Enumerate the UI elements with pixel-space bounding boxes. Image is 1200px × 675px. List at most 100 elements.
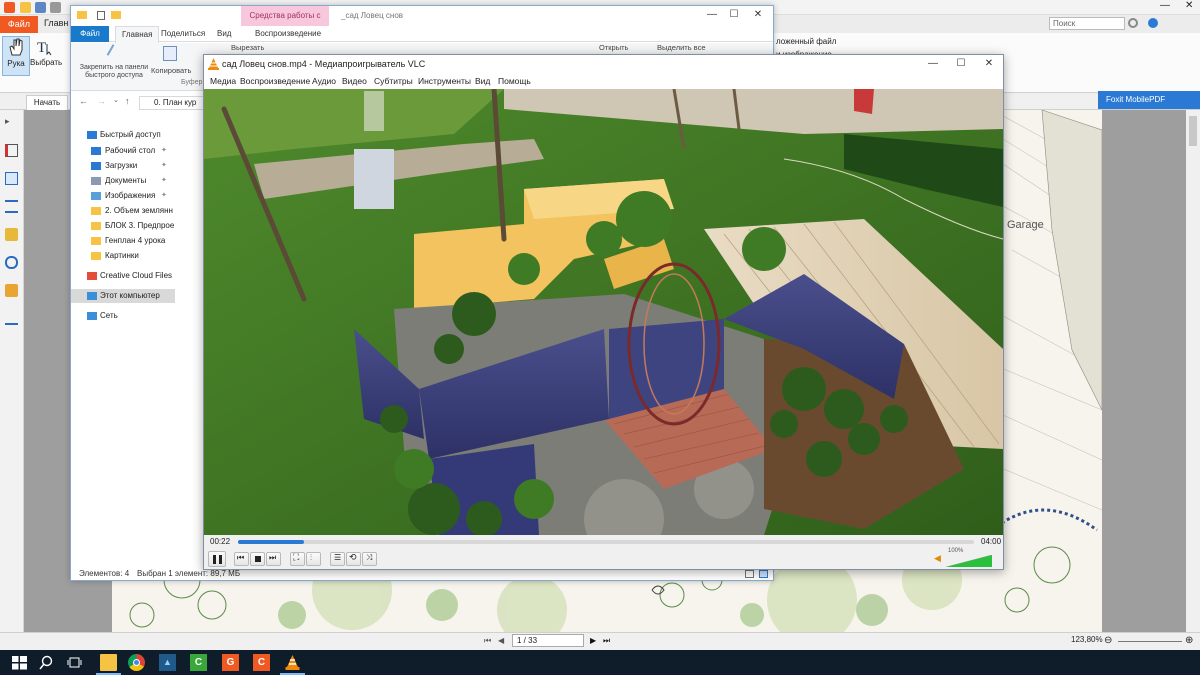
zoom-out-icon[interactable]: ⊖ [1104, 635, 1112, 646]
nav-item[interactable]: Картинки [71, 249, 175, 263]
nav-item[interactable]: Сеть [71, 309, 175, 323]
pin-icon[interactable]: ✦ [161, 144, 167, 158]
camtasia-icon[interactable]: C [190, 654, 207, 671]
stop-button[interactable] [250, 552, 265, 566]
seek-bar[interactable] [238, 540, 974, 544]
tab-home[interactable]: Главная [115, 26, 160, 43]
nav-item[interactable]: Creative Cloud Files [71, 269, 175, 283]
zoom-slider[interactable] [1118, 641, 1182, 642]
arrow-right-icon[interactable]: ▸ [5, 116, 18, 129]
playlist-button[interactable]: ☰ [330, 552, 345, 566]
nav-item[interactable]: БЛОК 3. Предпрое [71, 219, 175, 233]
first-page-icon[interactable]: ⏮ [484, 636, 491, 646]
foxit-search-input[interactable]: Поиск [1049, 17, 1125, 30]
up-icon[interactable]: ↑ [125, 96, 130, 106]
vlc-menu-item[interactable]: Субтитры [374, 73, 413, 89]
chevron-down-icon[interactable]: ⌄ [113, 96, 119, 104]
layers-icon[interactable] [5, 200, 18, 213]
loop-button[interactable]: ⟲ [346, 552, 361, 566]
shuffle-button[interactable]: ⤨ [362, 552, 377, 566]
nav-item[interactable]: Документы ✦ [71, 174, 175, 188]
last-page-icon[interactable]: ⏭ [603, 636, 610, 646]
vlc-icon[interactable] [284, 654, 301, 671]
attachment-icon[interactable] [5, 256, 18, 269]
lock-icon[interactable] [5, 284, 18, 297]
foxit-home-tab[interactable]: Главн [44, 18, 68, 28]
tab-playback[interactable]: Воспроизведение [255, 26, 321, 42]
video-tools-context-tab[interactable]: Средства работы с видео [241, 6, 329, 40]
cut-button[interactable]: Вырезать [231, 43, 264, 52]
pin-icon[interactable]: ✦ [161, 159, 167, 173]
nav-item[interactable]: Генплан 4 урока [71, 234, 175, 248]
forward-icon[interactable]: → [97, 96, 106, 106]
minimize-button[interactable]: — [922, 55, 944, 73]
fullscreen-button[interactable]: ⛶ [290, 552, 305, 566]
foxit-file-tab[interactable]: Файл [0, 16, 38, 33]
foxit-mobilepdf-button[interactable]: Foxit MobilePDF [1098, 91, 1200, 109]
close-button[interactable]: ✕ [1185, 0, 1193, 11]
extended-settings-button[interactable]: ⫶ [306, 552, 321, 566]
vlc-menu-item[interactable]: Помощь [498, 73, 531, 89]
page-number-input[interactable]: 1 / 33 [512, 634, 584, 647]
select-tool-button[interactable]: T Выбрать [30, 36, 62, 76]
vertical-scrollbar[interactable] [1186, 110, 1200, 632]
gear-icon[interactable] [1128, 18, 1138, 28]
new-folder-icon[interactable] [111, 11, 121, 19]
previous-page-icon[interactable]: ◀ [498, 636, 504, 645]
vlc-menu-item[interactable]: Инструменты [418, 73, 471, 89]
pin-icon[interactable]: ✦ [161, 174, 167, 188]
start-icon[interactable] [11, 654, 28, 671]
video-frame[interactable] [204, 89, 1003, 535]
next-page-icon[interactable]: ▶ [590, 636, 596, 645]
address-bar[interactable]: 0. План кур [139, 96, 205, 110]
speaker-icon[interactable]: ◀ [934, 553, 941, 564]
nav-item[interactable]: 2. Объем землянн [71, 204, 175, 218]
zoom-in-icon[interactable]: ⊕ [1185, 635, 1193, 646]
foxit-reader-icon[interactable]: C [253, 654, 270, 671]
next-button[interactable]: ⏭ [266, 552, 281, 566]
start-tab[interactable]: Начать [26, 95, 68, 110]
chrome-icon[interactable] [128, 654, 145, 671]
comments-icon[interactable] [5, 228, 18, 241]
tab-share[interactable]: Поделиться [161, 26, 205, 42]
back-icon[interactable]: ← [79, 96, 88, 106]
open-icon[interactable] [20, 2, 31, 13]
vlc-menu-item[interactable]: Видео [342, 73, 367, 89]
vlc-menu-item[interactable]: Медиа [210, 73, 236, 89]
nav-item[interactable]: Быстрый доступ [71, 128, 175, 142]
properties-icon[interactable] [97, 11, 105, 20]
pause-button[interactable] [208, 551, 226, 567]
file-explorer-icon[interactable] [100, 654, 117, 671]
explorer-file-tab[interactable]: Файл [71, 26, 109, 42]
minimize-button[interactable]: — [701, 6, 723, 24]
nav-item[interactable]: Рабочий стол ✦ [71, 144, 175, 158]
nav-item[interactable]: Этот компьютер [71, 289, 175, 303]
bookmark-icon[interactable] [5, 144, 18, 157]
photoshop-icon[interactable]: ▲ [159, 654, 176, 671]
minimize-button[interactable]: — [1160, 0, 1170, 11]
pin-quick-access-button[interactable]: Закрепить на панели быстрого доступа [75, 64, 153, 80]
vlc-menu-item[interactable]: Аудио [312, 73, 336, 89]
hand-tool-button[interactable]: Рука [2, 36, 30, 76]
maximize-button[interactable]: ☐ [723, 6, 745, 24]
nav-item[interactable]: Загрузки ✦ [71, 159, 175, 173]
close-button[interactable]: ✕ [978, 55, 1000, 73]
tab-view[interactable]: Вид [217, 26, 231, 42]
select-all-button[interactable]: Выделить все [657, 43, 706, 52]
vlc-menu-item[interactable]: Вид [475, 73, 490, 89]
help-icon[interactable] [1148, 18, 1158, 28]
print-icon[interactable] [50, 2, 61, 13]
pin-icon[interactable]: ✦ [161, 189, 167, 203]
save-icon[interactable] [35, 2, 46, 13]
signature-icon[interactable] [5, 312, 18, 325]
previous-button[interactable]: ⏮ [234, 552, 249, 566]
pages-icon[interactable] [5, 172, 18, 185]
close-button[interactable]: ✕ [747, 6, 769, 24]
maximize-button[interactable]: ☐ [950, 55, 972, 73]
task-view-icon[interactable] [66, 654, 83, 671]
copy-button[interactable]: Копировать [151, 66, 191, 75]
details-view-icon[interactable] [745, 570, 754, 578]
tiles-view-icon[interactable] [759, 570, 768, 578]
zoom-level[interactable]: 123,80% [1071, 635, 1103, 644]
nav-item[interactable]: Изображения ✦ [71, 189, 175, 203]
